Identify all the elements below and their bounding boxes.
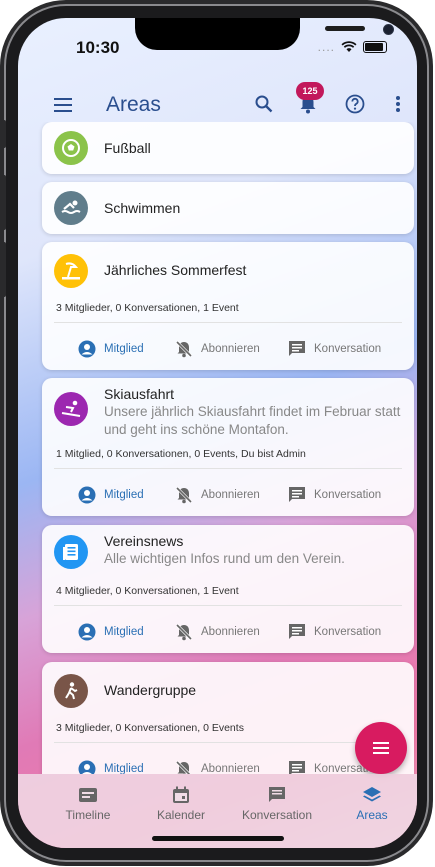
area-stats: 3 Mitglieder, 0 Konversationen, 1 Event: [56, 302, 239, 314]
area-name: Wandergruppe: [104, 682, 197, 698]
area-list: Fußball Schwimmen Jährliches Sommerfest …: [18, 122, 417, 774]
member-label: Mitglied: [104, 489, 144, 501]
divider: [54, 468, 402, 469]
signal-dots: ....: [317, 40, 335, 54]
chat-icon: [269, 787, 285, 802]
calendar-icon: [173, 786, 189, 803]
swimming-icon: [54, 191, 88, 225]
member-label: Mitglied: [104, 343, 144, 355]
account-icon: [78, 486, 96, 504]
volume-up-button: [0, 175, 6, 230]
page-title: Areas: [106, 93, 161, 116]
account-icon: [78, 623, 96, 641]
subscribe-label: Abonnieren: [201, 626, 260, 638]
area-name: Vereinsnews: [104, 533, 184, 549]
nav-label: Konversation: [241, 808, 313, 822]
area-description: Alle wichtigen Infos rund um den Verein.: [104, 551, 345, 566]
subscribe-label: Abonnieren: [201, 343, 260, 355]
notifications-off-icon: [175, 340, 193, 358]
conversation-label: Konversation: [314, 489, 382, 501]
volume-down-button: [0, 242, 6, 297]
area-card[interactable]: Schwimmen: [42, 182, 414, 234]
divider: [54, 322, 402, 323]
divider: [54, 605, 402, 606]
battery-icon: [363, 41, 387, 53]
nav-label: Kalender: [156, 808, 206, 822]
screen: 10:30 .... Areas 125 Fußball Schwimmen J…: [18, 18, 417, 848]
conversation-button[interactable]: Konversation: [288, 340, 381, 358]
notch: [135, 18, 394, 50]
nav-label: Timeline: [65, 808, 111, 822]
conversation-button[interactable]: Konversation: [288, 486, 381, 504]
timeline-icon: [79, 788, 97, 802]
divider: [54, 742, 402, 743]
member-label: Mitglied: [104, 763, 144, 774]
subscribe-label: Abonnieren: [201, 489, 260, 501]
soccer-ball-icon: [54, 131, 88, 165]
member-button[interactable]: Mitglied: [78, 340, 144, 358]
notification-badge: 125: [296, 82, 324, 100]
notifications-off-icon: [175, 486, 193, 504]
member-button[interactable]: Mitglied: [78, 760, 144, 774]
home-indicator: [152, 836, 284, 841]
member-button[interactable]: Mitglied: [78, 486, 144, 504]
area-name: Skiausfahrt: [104, 386, 175, 402]
area-stats: 4 Mitglieder, 0 Konversationen, 1 Event: [56, 585, 239, 597]
conversation-label: Konversation: [314, 343, 382, 355]
area-card[interactable]: Vereinsnews Alle wichtigen Infos rund um…: [42, 525, 414, 653]
chat-icon: [289, 624, 305, 639]
mute-switch: [0, 120, 6, 148]
layers-icon: [363, 787, 381, 802]
subscribe-button[interactable]: Abonnieren: [175, 623, 260, 641]
menu-icon[interactable]: [54, 98, 72, 117]
subscribe-button[interactable]: Abonnieren: [175, 760, 260, 774]
speaker: [325, 26, 365, 31]
nav-areas[interactable]: Areas: [327, 786, 417, 822]
area-name: Jährliches Sommerfest: [104, 262, 247, 278]
account-icon: [78, 340, 96, 358]
member-label: Mitglied: [104, 626, 144, 638]
area-card[interactable]: Skiausfahrt Unsere jährlich Skiausfahrt …: [42, 378, 414, 516]
subscribe-label: Abonnieren: [201, 763, 260, 774]
status-icons: ....: [318, 40, 387, 54]
area-name: Schwimmen: [104, 200, 181, 216]
account-icon: [78, 760, 96, 774]
notifications-off-icon: [175, 623, 193, 641]
area-stats: 3 Mitglieder, 0 Konversationen, 0 Events: [56, 722, 244, 734]
more-options-icon[interactable]: [384, 90, 412, 118]
area-description: Unsere jährlich Skiausfahrt findet im Fe…: [104, 404, 401, 437]
subscribe-button[interactable]: Abonnieren: [175, 340, 260, 358]
nav-conversation[interactable]: Konversation: [232, 786, 322, 822]
chat-icon: [289, 487, 305, 502]
area-card[interactable]: Jährliches Sommerfest 3 Mitglieder, 0 Ko…: [42, 242, 414, 370]
newspaper-icon: [54, 535, 88, 569]
area-name: Fußball: [104, 140, 151, 156]
conversation-label: Konversation: [314, 626, 382, 638]
member-button[interactable]: Mitglied: [78, 623, 144, 641]
menu-icon: [373, 742, 389, 754]
subscribe-button[interactable]: Abonnieren: [175, 486, 260, 504]
chat-icon: [289, 761, 305, 774]
fab-menu-button[interactable]: [355, 722, 407, 774]
notifications-off-icon: [175, 760, 192, 774]
nav-timeline[interactable]: Timeline: [43, 786, 133, 822]
nav-calendar[interactable]: Kalender: [136, 786, 226, 822]
search-icon[interactable]: [250, 90, 278, 118]
camera: [383, 24, 394, 35]
hiking-icon: [54, 674, 88, 708]
beach-icon: [54, 254, 88, 288]
conversation-button[interactable]: Konversation: [288, 623, 381, 641]
chat-icon: [289, 341, 305, 356]
status-time: 10:30: [76, 38, 120, 57]
skiing-icon: [54, 392, 88, 426]
nav-label: Areas: [356, 808, 388, 822]
wifi-icon: [341, 41, 357, 52]
area-stats: 1 Mitglied, 0 Konversationen, 0 Events, …: [56, 448, 306, 460]
help-icon[interactable]: [341, 90, 369, 118]
area-card[interactable]: Fußball: [42, 122, 414, 174]
